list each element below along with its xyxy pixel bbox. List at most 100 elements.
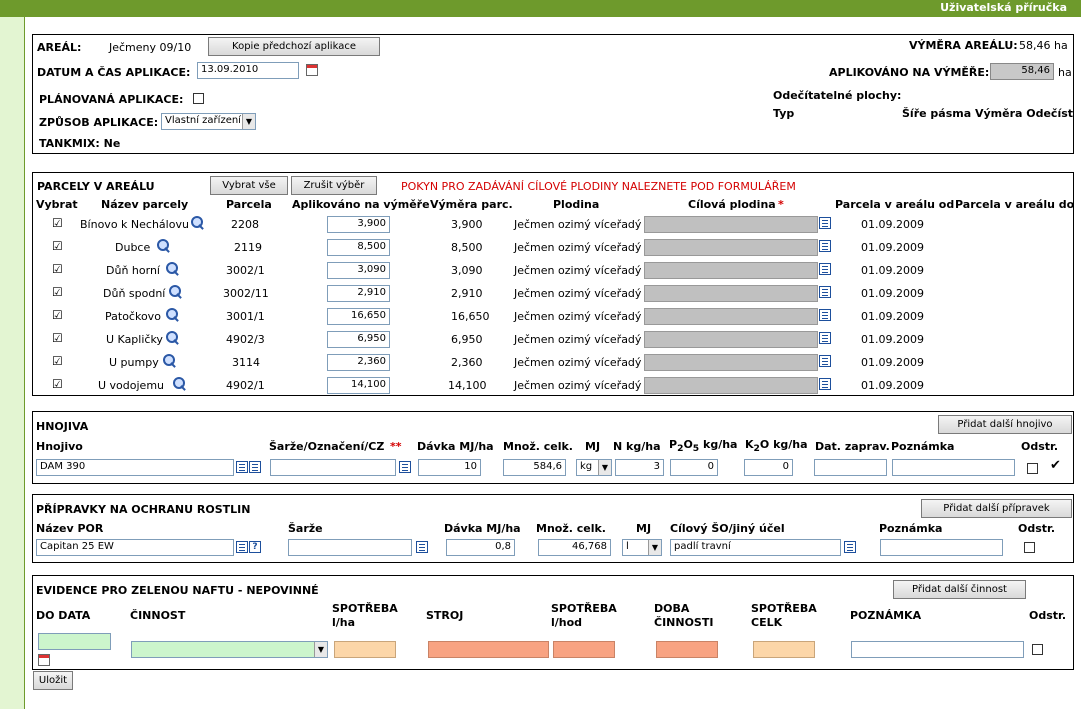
col-davka: Dávka MJ/ha xyxy=(417,440,494,453)
row-target-crop-input[interactable] xyxy=(644,285,818,302)
calendar-icon[interactable] xyxy=(38,654,50,666)
magnifier-icon[interactable] xyxy=(166,331,180,345)
por-unit-select[interactable]: l ▼ xyxy=(622,539,662,556)
magnifier-icon[interactable] xyxy=(173,377,187,391)
row-applied-input[interactable]: 2,910 xyxy=(327,285,390,302)
nafta-remove-checkbox[interactable] xyxy=(1032,644,1043,655)
por-batch-input[interactable] xyxy=(288,539,412,556)
row-checkbox[interactable]: ☑ xyxy=(52,216,63,230)
magnifier-icon[interactable] xyxy=(157,239,171,253)
list-icon[interactable] xyxy=(844,541,856,553)
list-icon[interactable] xyxy=(236,461,248,473)
note-input[interactable] xyxy=(892,459,1015,476)
row-area: 14,100 xyxy=(448,379,487,392)
zpusob-select[interactable]: Vlastní zařízení ▼ xyxy=(161,113,256,130)
list-icon[interactable] xyxy=(819,309,831,321)
help-link[interactable]: Uživatelská příručka xyxy=(940,1,1067,14)
row-applied-input[interactable]: 8,500 xyxy=(327,239,390,256)
col-davka-por: Dávka MJ/ha xyxy=(444,522,521,535)
col-nazev: Název parcely xyxy=(101,198,189,211)
magnifier-icon[interactable] xyxy=(166,262,180,276)
add-product-button[interactable]: Přidat další přípravek xyxy=(921,499,1072,518)
por-remove-checkbox[interactable] xyxy=(1024,542,1035,553)
row-checkbox[interactable]: ☑ xyxy=(52,262,63,276)
aplikovano-input[interactable]: 58,46 xyxy=(990,63,1054,80)
magnifier-icon[interactable] xyxy=(191,216,205,230)
incorporation-date-input[interactable] xyxy=(814,459,887,476)
list-icon[interactable] xyxy=(236,541,248,553)
datum-input[interactable]: 13.09.2010 xyxy=(197,62,299,79)
activity-select[interactable]: ▼ xyxy=(131,641,328,658)
deselect-button[interactable]: Zrušit výběr xyxy=(291,176,377,195)
row-checkbox[interactable]: ☑ xyxy=(52,377,63,391)
planovana-checkbox[interactable] xyxy=(193,93,204,104)
unit-select[interactable]: kg ▼ xyxy=(576,459,612,476)
add-activity-button[interactable]: Přidat další činnost xyxy=(893,580,1026,599)
por-dose-input[interactable]: 0,8 xyxy=(446,539,515,556)
batch-input[interactable] xyxy=(270,459,396,476)
list-icon[interactable] xyxy=(249,461,261,473)
consumption-ha-input[interactable] xyxy=(334,641,396,658)
list-icon[interactable] xyxy=(819,286,831,298)
row-applied-input[interactable]: 3,900 xyxy=(327,216,390,233)
list-icon[interactable] xyxy=(416,541,428,553)
row-target-crop-input[interactable] xyxy=(644,354,818,371)
row-target-crop-input[interactable] xyxy=(644,262,818,279)
row-target-crop-input[interactable] xyxy=(644,216,818,233)
help-icon[interactable]: ? xyxy=(249,541,261,553)
por-name-input[interactable]: Capitan 25 EW xyxy=(36,539,234,556)
row-applied-input[interactable]: 14,100 xyxy=(327,377,390,394)
list-icon[interactable] xyxy=(399,461,411,473)
row-target-crop-input[interactable] xyxy=(644,377,818,394)
row-parcel: 4902/3 xyxy=(226,333,265,346)
magnifier-icon[interactable] xyxy=(163,354,177,368)
list-icon[interactable] xyxy=(819,378,831,390)
list-icon[interactable] xyxy=(819,263,831,275)
por-total-input[interactable]: 46,768 xyxy=(538,539,611,556)
magnifier-icon[interactable] xyxy=(169,285,183,299)
save-button[interactable]: Uložit xyxy=(33,671,73,690)
dose-input[interactable]: 10 xyxy=(418,459,481,476)
nafta-note-input[interactable] xyxy=(851,641,1024,658)
por-target-input[interactable]: padlí travní xyxy=(670,539,841,556)
col-odstr-por: Odstr. xyxy=(1018,522,1056,535)
p-input[interactable]: 0 xyxy=(670,459,718,476)
duration-input[interactable] xyxy=(656,641,718,658)
select-all-button[interactable]: Vybrat vše xyxy=(210,176,288,195)
machine-input[interactable] xyxy=(428,641,549,658)
consumption-hour-input[interactable] xyxy=(553,641,615,658)
n-input[interactable]: 3 xyxy=(615,459,664,476)
row-from: 01.09.2009 xyxy=(861,379,924,392)
row-applied-input[interactable]: 3,090 xyxy=(327,262,390,279)
row-target-crop-input[interactable] xyxy=(644,239,818,256)
col-spotreba-celk-1: SPOTŘEBA xyxy=(751,602,817,615)
total-amount-input[interactable]: 584,6 xyxy=(503,459,566,476)
row-applied-input[interactable]: 6,950 xyxy=(327,331,390,348)
row-checkbox[interactable]: ☑ xyxy=(52,285,63,299)
row-checkbox[interactable]: ☑ xyxy=(52,239,63,253)
row-applied-input[interactable]: 2,360 xyxy=(327,354,390,371)
tankmix-label: TANKMIX: Ne xyxy=(39,137,121,150)
por-note-input[interactable] xyxy=(880,539,1003,556)
row-target-crop-input[interactable] xyxy=(644,308,818,325)
add-fertilizer-button[interactable]: Přidat další hnojivo xyxy=(938,415,1072,434)
list-icon[interactable] xyxy=(819,240,831,252)
row-checkbox[interactable]: ☑ xyxy=(52,331,63,345)
list-icon[interactable] xyxy=(819,355,831,367)
remove-checkbox[interactable] xyxy=(1027,463,1038,474)
fertilizer-name-input[interactable]: DAM 390 xyxy=(36,459,234,476)
list-icon[interactable] xyxy=(819,217,831,229)
k-input[interactable]: 0 xyxy=(744,459,793,476)
copy-previous-button[interactable]: Kopie předchozí aplikace xyxy=(208,37,380,56)
consumption-total-input[interactable] xyxy=(753,641,815,658)
por-title: PŘÍPRAVKY NA OCHRANU ROSTLIN xyxy=(36,503,251,516)
row-target-crop-input[interactable] xyxy=(644,331,818,348)
aplikovano-label: APLIKOVÁNO NA VÝMĚŘE: xyxy=(829,66,990,79)
row-applied-input[interactable]: 16,650 xyxy=(327,308,390,325)
magnifier-icon[interactable] xyxy=(166,308,180,322)
list-icon[interactable] xyxy=(819,332,831,344)
row-checkbox[interactable]: ☑ xyxy=(52,308,63,322)
calendar-icon[interactable] xyxy=(306,64,318,76)
do-data-input[interactable] xyxy=(38,633,111,650)
row-checkbox[interactable]: ☑ xyxy=(52,354,63,368)
